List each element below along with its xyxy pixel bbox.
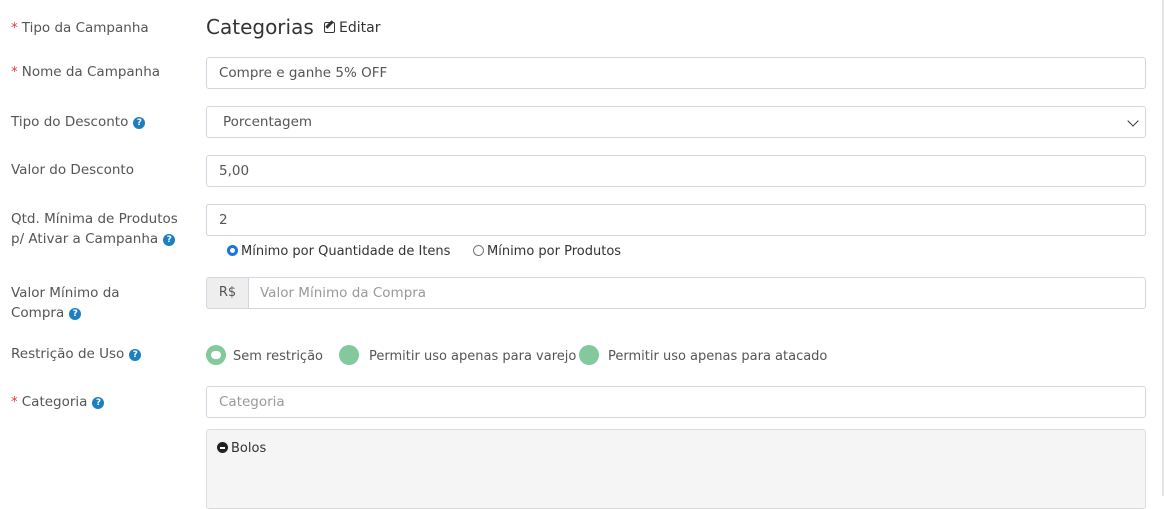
radio-checked-icon (227, 245, 238, 256)
required-mark: * (11, 20, 18, 36)
min-products-input[interactable]: 2 (206, 204, 1146, 236)
currency-addon: R$ (206, 277, 249, 309)
radio-unchecked-icon (473, 245, 484, 256)
chevron-down-icon (1127, 115, 1139, 127)
toggle-icon (579, 345, 599, 365)
restriction-option-none[interactable]: Sem restrição (206, 345, 323, 367)
edit-campaign-type-link[interactable]: Editar (324, 18, 380, 38)
question-circle-icon[interactable]: ? (163, 234, 176, 246)
discount-type-select[interactable]: Porcentagem (206, 106, 1146, 138)
restriction-option-wholesale[interactable]: Permitir uso apenas para atacado (579, 345, 827, 367)
min-products-label: Qtd. Mínima de Produtos p/ Ativar a Camp… (11, 211, 178, 247)
radio-min-by-products[interactable]: Mínimo por Produtos (473, 244, 621, 260)
campaign-name-label: * Nome da Campanha (11, 64, 161, 80)
question-circle-icon[interactable]: ? (133, 117, 146, 129)
question-circle-icon[interactable]: ? (129, 349, 142, 361)
min-purchase-input[interactable]: Valor Mínimo da Compra (248, 277, 1146, 309)
question-circle-icon[interactable]: ? (92, 397, 105, 409)
collapse-minus-icon[interactable] (217, 442, 228, 453)
edit-icon (324, 22, 335, 33)
campaign-name-input[interactable]: Compre e ganhe 5% OFF (206, 57, 1146, 89)
discount-value-input[interactable]: 5,00 (206, 155, 1146, 187)
campaign-type-label: * Tipo da Campanha (11, 20, 149, 36)
min-purchase-label: Valor Mínimo da Compra? (11, 285, 120, 321)
question-circle-icon[interactable]: ? (69, 308, 82, 320)
category-label: * Categoria? (11, 392, 105, 412)
category-search-input[interactable]: Categoria (206, 386, 1146, 418)
toggle-selected-icon (206, 345, 226, 365)
usage-restriction-label: Restrição de Uso? (11, 344, 142, 364)
restriction-option-retail[interactable]: Permitir uso apenas para varejo (339, 345, 576, 367)
category-tree: Bolos (206, 429, 1146, 509)
discount-type-label: Tipo do Desconto? (11, 112, 146, 132)
toggle-icon (339, 345, 359, 365)
radio-min-by-quantity[interactable]: Mínimo por Quantidade de Itens (227, 244, 450, 260)
required-mark: * (11, 64, 18, 80)
tree-item-bolos[interactable]: Bolos (217, 440, 266, 458)
required-mark: * (11, 394, 18, 410)
campaign-type-value: Categorias (206, 15, 314, 39)
discount-value-label: Valor do Desconto (11, 162, 134, 178)
